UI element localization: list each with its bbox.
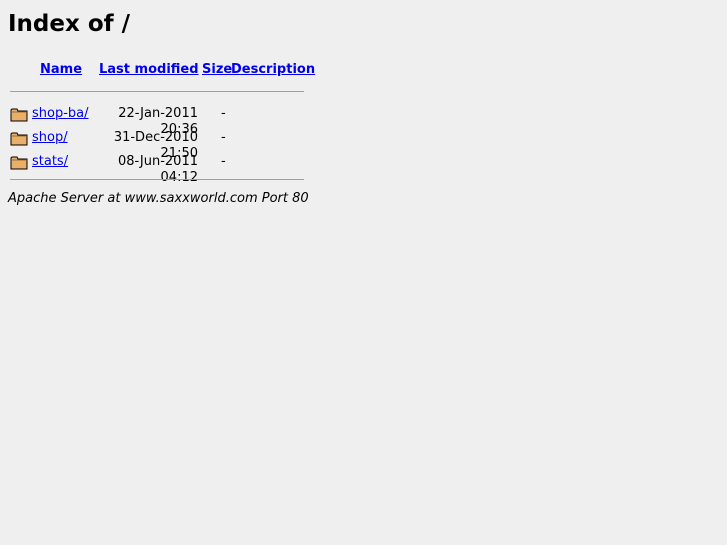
server-signature: Apache Server at www.saxxworld.com Port …	[8, 191, 309, 206]
entry-link-shop[interactable]: shop/	[32, 130, 68, 146]
sort-by-name-link[interactable]: Name	[40, 62, 82, 78]
header-row: Name Last modified Size Description	[8, 58, 315, 83]
sort-by-size-link[interactable]: Size	[202, 62, 232, 78]
listing-table: Name Last modified Size Description shop…	[8, 58, 315, 185]
divider-top	[10, 91, 304, 92]
table-row: shop/ 31-Dec-2010 21:50 -	[8, 127, 308, 161]
page-title: Index of /	[8, 11, 131, 37]
folder-icon	[10, 156, 28, 170]
entry-link-stats[interactable]: stats/	[32, 154, 68, 170]
entry-size: -	[221, 154, 226, 169]
folder-icon	[10, 108, 28, 122]
entry-modified: 08-Jun-2011 04:12	[117, 154, 198, 185]
entry-link-shop-ba[interactable]: shop-ba/	[32, 106, 89, 122]
folder-icon	[10, 132, 28, 146]
sort-by-last-modified-link[interactable]: Last modified	[99, 62, 199, 78]
table-row: shop-ba/ 22-Jan-2011 20:36 -	[8, 103, 308, 137]
table-row: stats/ 08-Jun-2011 04:12 -	[8, 151, 308, 185]
directory-listing-page: Index of / Name Last modified Size Descr…	[0, 0, 727, 545]
entry-size: -	[221, 130, 226, 145]
entry-size: -	[221, 106, 226, 121]
sort-by-description-link[interactable]: Description	[231, 62, 315, 78]
divider-bottom	[10, 179, 304, 180]
